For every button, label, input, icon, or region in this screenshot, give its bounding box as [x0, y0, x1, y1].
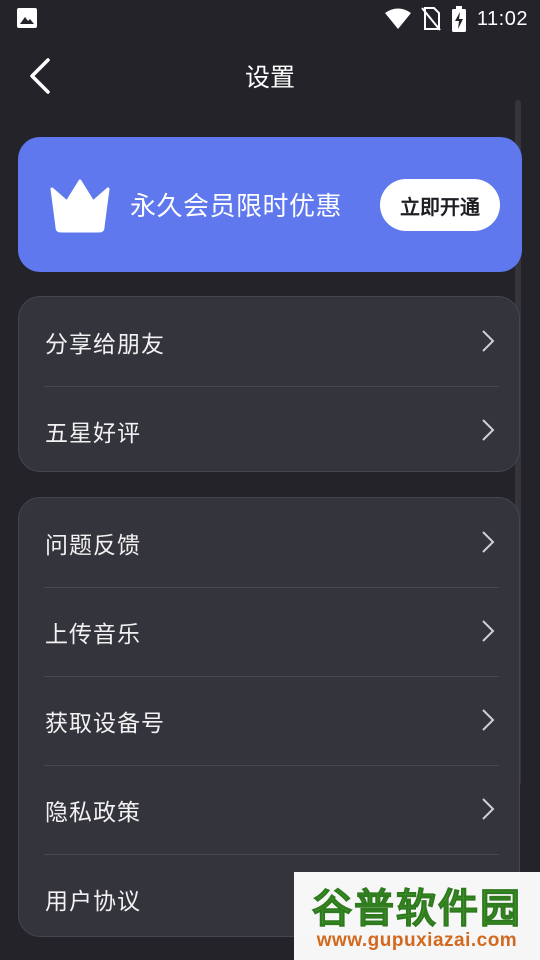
menu-item-label: 用户协议: [45, 888, 141, 915]
menu-item-share[interactable]: 分享给朋友: [19, 297, 519, 386]
no-sim-icon: [421, 7, 441, 31]
watermark: 谷普软件园 www.gupuxiazai.com: [294, 872, 540, 960]
battery-charging-icon: [451, 6, 466, 32]
menu-item-label: 分享给朋友: [45, 331, 165, 358]
activate-vip-button[interactable]: 立即开通: [380, 179, 500, 231]
menu-item-label: 获取设备号: [45, 710, 165, 737]
vip-promo-text: 永久会员限时优惠: [130, 192, 343, 222]
menu-item-device-id[interactable]: 获取设备号: [19, 676, 519, 765]
chevron-right-icon: [482, 419, 495, 441]
menu-item-upload-music[interactable]: 上传音乐: [19, 587, 519, 676]
chevron-right-icon: [482, 330, 495, 352]
settings-group-support: 问题反馈 上传音乐 获取设备号 隐私政策 用户协议: [18, 497, 520, 937]
wifi-icon: [384, 8, 411, 29]
status-time: 11:02: [476, 7, 528, 30]
chevron-right-icon: [482, 620, 495, 642]
chevron-right-icon: [482, 709, 495, 731]
settings-group-share: 分享给朋友 五星好评: [18, 296, 520, 472]
page-title: 设置: [244, 63, 295, 92]
watermark-url: www.gupuxiazai.com: [316, 930, 518, 951]
status-icons: 11:02: [384, 5, 528, 33]
menu-item-label: 问题反馈: [45, 532, 141, 559]
gallery-icon: [17, 8, 37, 28]
menu-item-label: 隐私政策: [45, 799, 141, 826]
status-bar: 11:02: [0, 0, 540, 38]
menu-item-label: 五星好评: [45, 420, 141, 447]
menu-item-rate[interactable]: 五星好评: [19, 386, 519, 475]
watermark-title: 谷普软件园: [312, 886, 522, 933]
crown-icon: [50, 179, 110, 233]
chevron-right-icon: [482, 798, 495, 820]
menu-item-feedback[interactable]: 问题反馈: [19, 498, 519, 587]
chevron-right-icon: [482, 531, 495, 553]
vip-banner[interactable]: 永久会员限时优惠 立即开通: [18, 137, 522, 272]
menu-item-privacy-policy[interactable]: 隐私政策: [19, 765, 519, 854]
app-header: 设置: [0, 48, 540, 106]
menu-item-label: 上传音乐: [45, 621, 141, 648]
